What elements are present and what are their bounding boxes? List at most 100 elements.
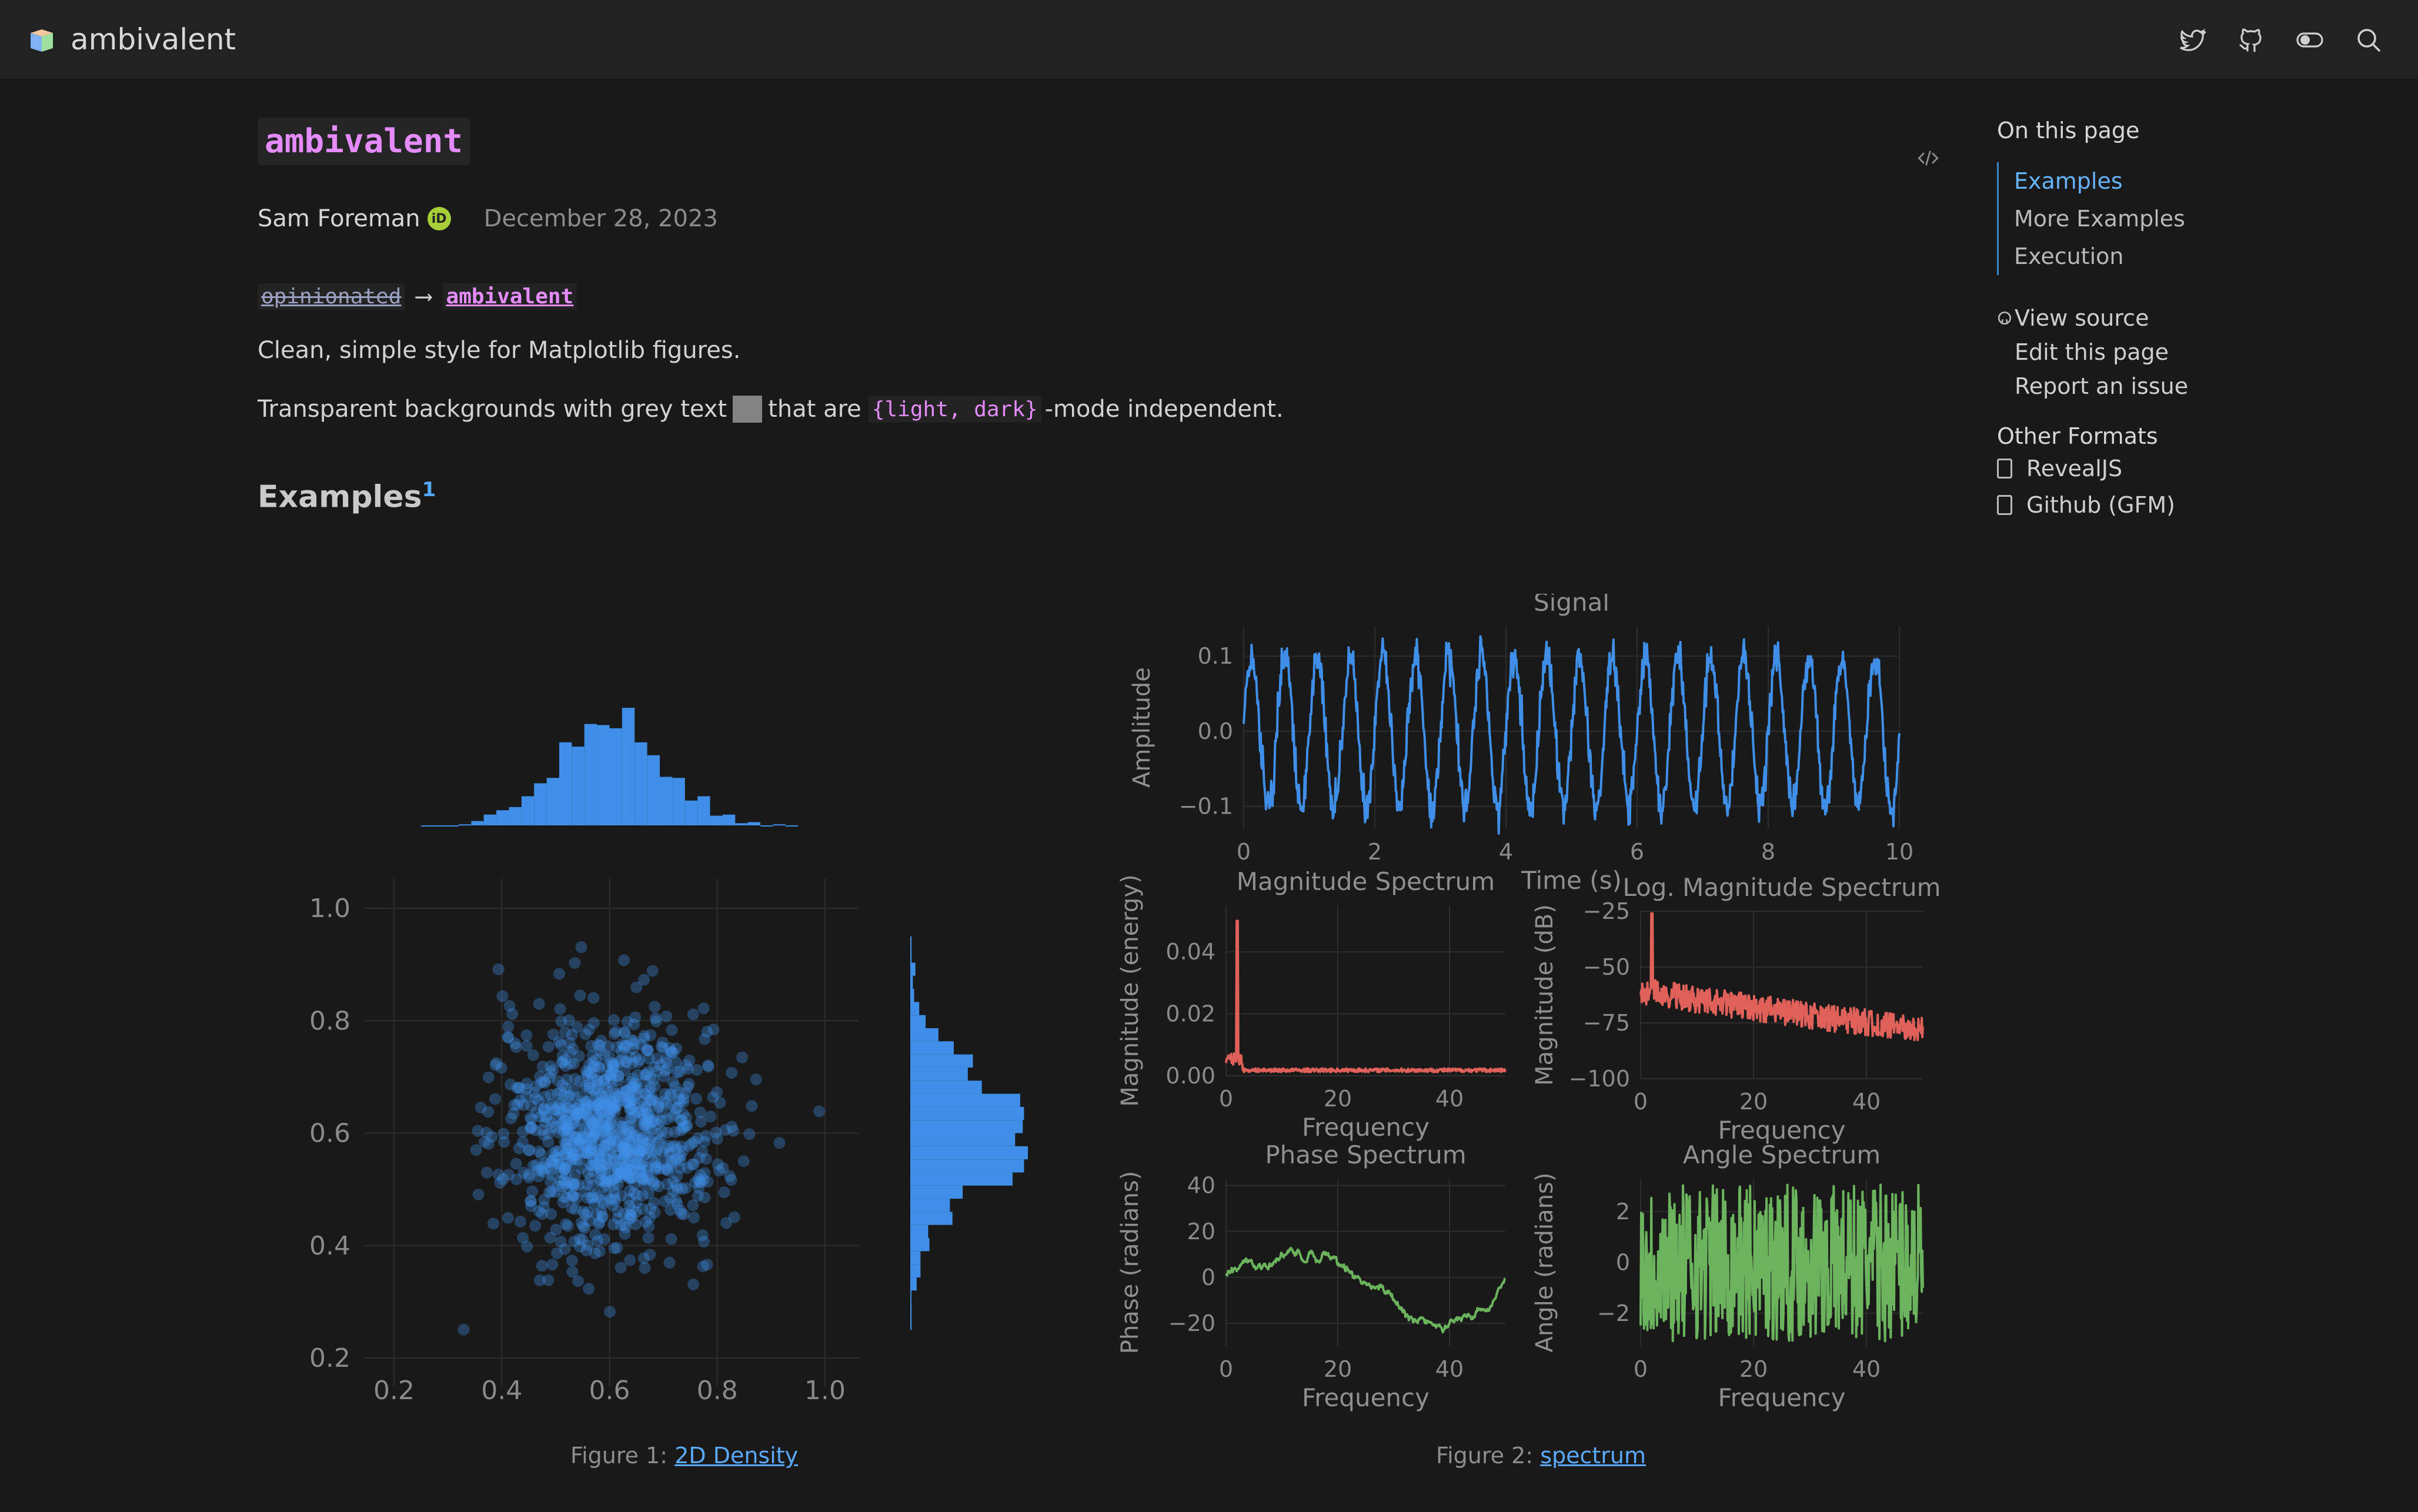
scatter-point (559, 1136, 571, 1148)
scatter-point (652, 1136, 664, 1148)
arrow-icon: ⟶ (416, 283, 431, 310)
panel-title: Log. Magnitude Spectrum (1622, 873, 1941, 902)
scatter-point (697, 1002, 710, 1015)
scatter-point (492, 963, 505, 975)
x-axis-label: Frequency (1718, 1383, 1846, 1412)
top-histogram-bar (735, 823, 748, 825)
scatter-point (743, 1128, 756, 1140)
scatter-point (714, 1096, 726, 1109)
format-gfm-link[interactable]: Github (GFM) (1997, 488, 2188, 522)
scatter-point (580, 1065, 592, 1077)
scatter-point (680, 1059, 693, 1071)
brand[interactable]: ambivalent (27, 22, 236, 56)
scatter-point (609, 1149, 621, 1162)
scatter-point (497, 1173, 509, 1185)
scatter-point (510, 1158, 522, 1170)
twitter-icon[interactable] (2178, 26, 2206, 54)
toc-item-execution[interactable]: Execution (2014, 237, 2188, 275)
y-tick-label: 0 (1201, 1265, 1215, 1290)
scatter-point (546, 1259, 559, 1271)
top-histogram (420, 708, 799, 827)
x-tick-label: 20 (1739, 1356, 1768, 1382)
figure2-caption: Figure 2: spectrum (1436, 1443, 1646, 1468)
scatter-point (547, 1064, 559, 1076)
right-histogram-bar (910, 1106, 1024, 1120)
scatter-point (664, 1146, 676, 1159)
author-name[interactable]: Sam Foreman (258, 205, 420, 232)
toc-item-examples[interactable]: Examples (2014, 162, 2188, 200)
scatter-point (566, 1029, 578, 1041)
scatter-point (525, 1195, 537, 1207)
section-title-text: Examples (258, 479, 422, 515)
scatter-point (691, 1063, 703, 1076)
view-source-link[interactable]: View source (1997, 301, 2188, 335)
x-tick-label: 0 (1219, 1356, 1233, 1382)
scatter-point (703, 1061, 715, 1073)
scatter-point (644, 1029, 657, 1041)
right-histogram-bar (910, 1093, 1020, 1107)
scatter-point (638, 1118, 650, 1130)
section-heading-examples: Examples1 (258, 478, 1951, 514)
right-histogram-bar (910, 936, 912, 950)
x-tick-label: 40 (1435, 1086, 1464, 1112)
scatter-point (645, 1145, 657, 1158)
scatter-point (591, 1075, 603, 1087)
y-tick-label: −100 (1569, 1066, 1630, 1092)
x-tick-label: 20 (1324, 1086, 1352, 1112)
figure2-caption-link[interactable]: spectrum (1540, 1443, 1646, 1468)
code-tools-icon[interactable] (1916, 146, 1941, 170)
scatter-point (687, 1199, 699, 1212)
x-tick-label: 6 (1630, 839, 1644, 865)
right-histogram-bar (910, 1251, 921, 1265)
x-tick-label: 4 (1499, 839, 1513, 865)
report-issue-link[interactable]: Report an issue (1997, 369, 2188, 403)
tagline-new-link[interactable]: ambivalent (442, 283, 577, 310)
top-histogram-bar (433, 825, 446, 827)
scatter-point (586, 1192, 598, 1205)
scatter-point (704, 1110, 717, 1123)
top-histogram-bar (458, 824, 472, 826)
right-histogram-bar (910, 1303, 912, 1317)
tagline-old-link[interactable]: opinionated (258, 283, 405, 310)
description-mode: Transparent backgrounds with grey text t… (258, 396, 1951, 423)
scatter-point (566, 1255, 578, 1267)
scatter-point (502, 1032, 515, 1044)
navbar: ambivalent (0, 0, 2418, 79)
scatter-point (590, 1208, 603, 1220)
toc-item-more-examples[interactable]: More Examples (2014, 200, 2188, 237)
scatter-point (472, 1188, 485, 1200)
scatter-point (514, 1094, 526, 1106)
format-revealjs-label: RevealJS (2026, 456, 2123, 481)
scatter-point (502, 1212, 514, 1224)
scatter-point (559, 1053, 571, 1066)
top-histogram-bar (722, 814, 736, 825)
scatter-point (649, 1001, 661, 1013)
search-icon[interactable] (2354, 26, 2383, 54)
scatter-point (603, 1138, 616, 1150)
dark-mode-toggle-icon[interactable] (2296, 26, 2324, 54)
format-revealjs-link[interactable]: RevealJS (1997, 451, 2188, 486)
scatter-point (472, 1125, 484, 1137)
x-tick-label: 0.4 (481, 1376, 522, 1406)
figure1-caption-link[interactable]: 2D Density (674, 1443, 798, 1468)
github-icon[interactable] (2237, 26, 2265, 54)
orcid-icon[interactable]: iD (427, 207, 451, 230)
site-title[interactable]: ambivalent (71, 22, 236, 56)
scatter-points (457, 941, 826, 1336)
y-tick-label: 0 (1616, 1250, 1630, 1276)
top-histogram-bar (534, 783, 547, 825)
top-histogram-bar (559, 742, 572, 825)
scatter-point (489, 1059, 502, 1071)
y-tick-label: −75 (1583, 1010, 1630, 1036)
footnote-ref-link[interactable]: 1 (422, 478, 436, 501)
scatter-point (526, 1113, 538, 1126)
panel-angle: 0 20 40 −2 0 2 Angle Spectrum Frequency Angle (r… (1531, 1140, 1924, 1412)
scatter-point (551, 1247, 563, 1259)
y-tick-label: 0.02 (1165, 1001, 1215, 1027)
scatter-point (646, 965, 659, 977)
edit-page-link[interactable]: Edit this page (1997, 335, 2188, 369)
y-tick-label: 0.6 (309, 1119, 350, 1149)
y-axis-label: Angle (radians) (1531, 1173, 1558, 1353)
scatter-point (566, 1179, 579, 1192)
top-histogram-bar (773, 824, 786, 826)
